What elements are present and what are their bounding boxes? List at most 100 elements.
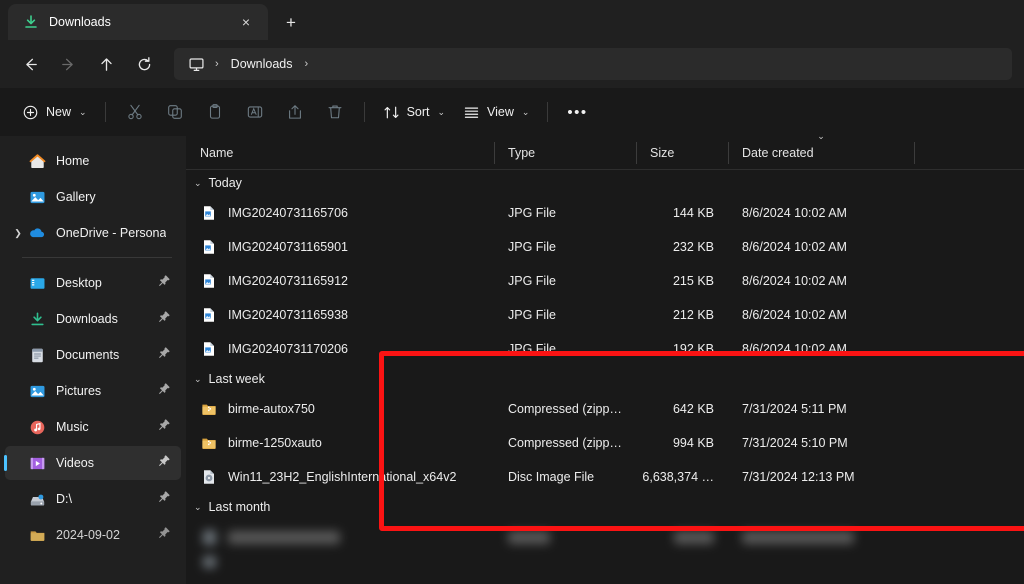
sidebar-item-onedrive[interactable]: ❯ OneDrive - Persona	[5, 216, 181, 250]
table-row[interactable]: IMG20240731165901 JPG File 232 KB 8/6/20…	[186, 230, 1024, 264]
new-button[interactable]: New ⌄	[14, 96, 95, 128]
group-label: Today	[208, 176, 242, 190]
view-button[interactable]: View ⌄	[455, 96, 537, 128]
file-list-pane: Name Type Size ⌄ Date created ⌄ Today	[186, 136, 1024, 584]
rename-button[interactable]	[236, 96, 274, 128]
sidebar-item-drive-d[interactable]: D:\	[5, 482, 181, 516]
file-name: birme-1250xauto	[228, 436, 322, 450]
redacted-file-icon	[200, 528, 218, 546]
sort-button[interactable]: Sort ⌄	[375, 96, 453, 128]
table-row[interactable]: IMG20240731165706 JPG File 144 KB 8/6/20…	[186, 196, 1024, 230]
forward-button[interactable]	[50, 47, 86, 81]
explorer-body: Home Gallery ❯ OneDrive - Persona Deskto…	[0, 136, 1024, 584]
chevron-down-icon[interactable]: ⌄	[194, 502, 202, 513]
cell-name: IMG20240731165706	[186, 204, 494, 222]
navigation-bar: › Downloads ›	[0, 40, 1024, 88]
chevron-down-icon: ⌄	[79, 106, 87, 117]
sidebar-item-label: Home	[56, 154, 90, 168]
column-header-date-label: Date created	[742, 145, 814, 160]
share-button[interactable]	[276, 96, 314, 128]
pin-icon[interactable]	[158, 418, 171, 436]
folder-icon	[27, 525, 47, 545]
close-icon[interactable]: ×	[234, 10, 258, 34]
pin-icon[interactable]	[158, 346, 171, 364]
refresh-icon[interactable]	[126, 47, 162, 81]
file-name: Win11_23H2_EnglishInternational_x64v2	[228, 470, 457, 484]
table-row[interactable]: IMG20240731165938 JPG File 212 KB 8/6/20…	[186, 298, 1024, 332]
breadcrumb-item-downloads[interactable]: Downloads	[225, 54, 299, 74]
paste-button[interactable]	[196, 96, 234, 128]
pin-icon[interactable]	[158, 382, 171, 400]
cell-type-redacted	[494, 530, 636, 544]
table-row[interactable]: Win11_23H2_EnglishInternational_x64v2 Di…	[186, 460, 1024, 494]
address-bar[interactable]: › Downloads ›	[174, 48, 1012, 80]
new-tab-button[interactable]: +	[274, 5, 308, 39]
pin-icon[interactable]	[158, 454, 171, 472]
see-more-button[interactable]: •••	[558, 96, 596, 128]
sidebar-item-downloads[interactable]: Downloads	[5, 302, 181, 336]
pin-icon[interactable]	[158, 310, 171, 328]
table-row-redacted-2[interactable]	[186, 554, 1024, 570]
sidebar-item-gallery[interactable]: Gallery	[5, 180, 181, 214]
jpg-file-icon	[200, 340, 218, 358]
disc-image-icon	[200, 468, 218, 486]
group-header-last-week[interactable]: ⌄ Last week	[186, 366, 1024, 392]
cell-name: IMG20240731165938	[186, 306, 494, 324]
file-name: IMG20240731165938	[228, 308, 349, 322]
column-header-type[interactable]: Type	[494, 136, 636, 170]
sidebar-item-documents[interactable]: Documents	[5, 338, 181, 372]
pictures-icon	[27, 381, 47, 401]
table-row[interactable]: birme-autox750 Compressed (zipp… 642 KB …	[186, 392, 1024, 426]
back-button[interactable]	[12, 47, 48, 81]
tab-downloads[interactable]: Downloads ×	[8, 4, 268, 40]
sidebar-item-desktop[interactable]: Desktop	[5, 266, 181, 300]
this-pc-monitor-icon[interactable]	[184, 56, 209, 73]
copy-button[interactable]	[156, 96, 194, 128]
sidebar-item-pictures[interactable]: Pictures	[5, 374, 181, 408]
breadcrumb-separator-end[interactable]: ›	[303, 58, 311, 70]
cell-type: Disc Image File	[508, 470, 595, 484]
cell-type: JPG File	[508, 342, 556, 356]
cell-size: 215 KB	[672, 274, 714, 288]
sidebar-item-folder-2024-09-02[interactable]: 2024-09-02	[5, 518, 181, 552]
breadcrumb-separator[interactable]: ›	[213, 58, 221, 70]
download-icon	[22, 14, 39, 31]
sidebar-item-label: D:\	[56, 492, 72, 506]
cut-button[interactable]	[116, 96, 154, 128]
table-row[interactable]: birme-1250xauto Compressed (zipp… 994 KB…	[186, 426, 1024, 460]
column-header-name[interactable]: Name	[186, 136, 494, 170]
pin-icon[interactable]	[158, 490, 171, 508]
table-row[interactable]: IMG20240731165912 JPG File 215 KB 8/6/20…	[186, 264, 1024, 298]
downloads-icon	[27, 309, 47, 329]
sort-descending-icon: ⌄	[817, 136, 825, 142]
chevron-down-icon: ⌄	[437, 106, 446, 117]
jpg-file-icon	[200, 272, 218, 290]
cell-date: 8/6/2024 10:02 AM	[742, 274, 847, 288]
delete-button[interactable]	[316, 96, 354, 128]
pin-icon[interactable]	[158, 526, 171, 544]
documents-icon	[27, 345, 47, 365]
column-header-size[interactable]: Size	[636, 136, 728, 170]
column-header-date-created[interactable]: ⌄ Date created	[728, 136, 914, 170]
chevron-down-icon[interactable]: ⌄	[194, 178, 202, 189]
file-explorer-window: Downloads × + › Downloads › New ⌄ Sort ⌄…	[0, 0, 1024, 584]
group-header-today[interactable]: ⌄ Today	[186, 170, 1024, 196]
cell-date: 7/31/2024 12:13 PM	[742, 470, 855, 484]
sidebar-item-home[interactable]: Home	[5, 144, 181, 178]
table-row-redacted[interactable]	[186, 520, 1024, 554]
sidebar-item-label: 2024-09-02	[56, 528, 120, 542]
chevron-right-icon[interactable]: ❯	[9, 228, 27, 239]
table-row[interactable]: IMG20240731170206 JPG File 192 KB 8/6/20…	[186, 332, 1024, 366]
sidebar-item-videos[interactable]: Videos	[4, 446, 181, 480]
cell-name: IMG20240731165912	[186, 272, 494, 290]
sidebar-item-label: Videos	[56, 456, 94, 470]
group-header-last-month[interactable]: ⌄ Last month	[186, 494, 1024, 520]
chevron-down-icon[interactable]: ⌄	[194, 374, 202, 385]
pin-icon[interactable]	[158, 274, 171, 292]
sidebar-item-music[interactable]: Music	[5, 410, 181, 444]
cell-type: Compressed (zipp…	[508, 402, 622, 416]
file-name: IMG20240731165706	[228, 206, 349, 220]
cell-date: 8/6/2024 10:02 AM	[742, 308, 847, 322]
cell-name-redacted-2	[186, 553, 494, 571]
up-button[interactable]	[88, 47, 124, 81]
